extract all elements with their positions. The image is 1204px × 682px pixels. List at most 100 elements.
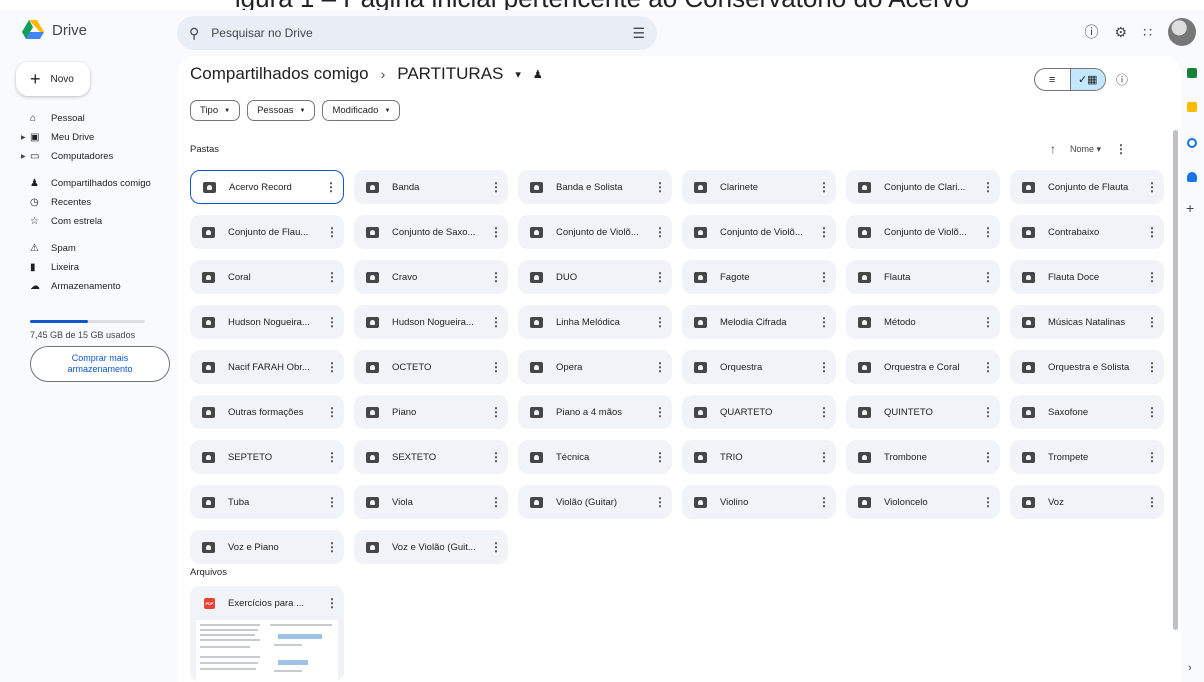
- more-vert-icon[interactable]: ⋮: [490, 361, 502, 373]
- more-vert-icon[interactable]: ⋮: [490, 226, 502, 238]
- folder-item[interactable]: Trompete ⋮: [1010, 440, 1164, 474]
- breadcrumb-parent[interactable]: Compartilhados comigo: [190, 64, 369, 84]
- folder-item[interactable]: Trombone ⋮: [846, 440, 1000, 474]
- folder-item[interactable]: Técnica ⋮: [518, 440, 672, 474]
- sheets-icon[interactable]: [1187, 68, 1197, 78]
- info-icon[interactable]: ⓘ: [1116, 71, 1128, 88]
- folder-item[interactable]: Nacif FARAH Obr... ⋮: [190, 350, 344, 384]
- more-vert-icon[interactable]: ⋮: [490, 451, 502, 463]
- more-vert-icon[interactable]: ⋮: [982, 226, 994, 238]
- sidebar-item-meu-drive[interactable]: ▶ ▣ Meu Drive: [0, 128, 178, 147]
- more-vert-icon[interactable]: ⋮: [654, 496, 666, 508]
- more-vert-icon[interactable]: ⋮: [818, 181, 830, 193]
- folder-item[interactable]: Flauta Doce ⋮: [1010, 260, 1164, 294]
- more-vert-icon[interactable]: ⋮: [654, 271, 666, 283]
- keep-icon[interactable]: [1187, 102, 1197, 112]
- expand-panel-icon[interactable]: ›: [1188, 662, 1192, 674]
- search-icon[interactable]: ⚲: [189, 25, 199, 42]
- contacts-icon[interactable]: [1187, 172, 1197, 182]
- folder-item[interactable]: Melodia Cifrada ⋮: [682, 305, 836, 339]
- folder-item[interactable]: Tuba ⋮: [190, 485, 344, 519]
- gear-icon[interactable]: ⚙: [1115, 24, 1128, 41]
- folder-item[interactable]: Conjunto de Flauta ⋮: [1010, 170, 1164, 204]
- more-vert-icon[interactable]: ⋮: [1146, 316, 1158, 328]
- sidebar-item-recentes[interactable]: ◷ Recentes: [0, 193, 178, 212]
- new-button[interactable]: + Novo: [16, 62, 90, 96]
- tasks-icon[interactable]: [1187, 138, 1197, 148]
- buy-storage-button[interactable]: Comprar mais armazenamento: [30, 346, 170, 382]
- folder-item[interactable]: Fagote ⋮: [682, 260, 836, 294]
- more-vert-icon[interactable]: ⋮: [326, 271, 338, 283]
- more-vert-icon[interactable]: ⋮: [490, 496, 502, 508]
- search-bar[interactable]: ⚲ Pesquisar no Drive ☰: [177, 16, 657, 50]
- folder-item[interactable]: Conjunto de Saxo... ⋮: [354, 215, 508, 249]
- folder-item[interactable]: Linha Melódica ⋮: [518, 305, 672, 339]
- folder-item[interactable]: Clarinete ⋮: [682, 170, 836, 204]
- more-vert-icon[interactable]: ⋮: [818, 361, 830, 373]
- more-vert-icon[interactable]: ⋮: [654, 316, 666, 328]
- apps-grid-icon[interactable]: ∷: [1143, 24, 1152, 41]
- folder-item[interactable]: Viola ⋮: [354, 485, 508, 519]
- help-icon[interactable]: ⓘ: [1085, 22, 1099, 42]
- folder-item[interactable]: Voz ⋮: [1010, 485, 1164, 519]
- more-vert-icon[interactable]: ⋮: [818, 271, 830, 283]
- chevron-down-icon[interactable]: ▾: [515, 68, 521, 81]
- sidebar-item-estrela[interactable]: ☆ Com estrela: [0, 212, 178, 231]
- more-vert-icon[interactable]: ⋮: [326, 451, 338, 463]
- breadcrumb-current[interactable]: PARTITURAS: [397, 64, 503, 84]
- scrollbar[interactable]: [1173, 130, 1178, 630]
- expand-icon[interactable]: ▶: [21, 153, 26, 160]
- search-options-icon[interactable]: ☰: [632, 25, 645, 42]
- more-vert-icon[interactable]: ⋮: [490, 181, 502, 193]
- folder-item[interactable]: Orquestra ⋮: [682, 350, 836, 384]
- file-card[interactable]: PDF Exercícios para ... ⋮: [190, 586, 344, 682]
- folder-item[interactable]: Piano a 4 mãos ⋮: [518, 395, 672, 429]
- more-vert-icon[interactable]: ⋮: [982, 316, 994, 328]
- filter-pessoas[interactable]: Pessoas ▼: [247, 100, 316, 121]
- more-vert-icon[interactable]: ⋮: [818, 316, 830, 328]
- expand-icon[interactable]: ▶: [21, 134, 26, 141]
- more-vert-icon[interactable]: ⋮: [326, 361, 338, 373]
- folder-item[interactable]: Voz e Piano ⋮: [190, 530, 344, 564]
- folder-item[interactable]: Voz e Violão (Guit... ⋮: [354, 530, 508, 564]
- folder-item[interactable]: Saxofone ⋮: [1010, 395, 1164, 429]
- more-vert-icon[interactable]: ⋮: [1146, 406, 1158, 418]
- folder-item[interactable]: Conjunto de Violõ... ⋮: [682, 215, 836, 249]
- add-addon-icon[interactable]: +: [1186, 200, 1194, 216]
- folder-item[interactable]: Violão (Guitar) ⋮: [518, 485, 672, 519]
- more-vert-icon[interactable]: ⋮: [325, 181, 337, 193]
- sort-by-name[interactable]: Nome ▾: [1070, 144, 1101, 155]
- folder-item[interactable]: Conjunto de Violõ... ⋮: [518, 215, 672, 249]
- more-vert-icon[interactable]: ⋮: [1146, 181, 1158, 193]
- filter-modificado[interactable]: Modificado ▼: [322, 100, 401, 121]
- folder-item[interactable]: Violoncelo ⋮: [846, 485, 1000, 519]
- folder-item[interactable]: Acervo Record ⋮: [190, 170, 344, 204]
- more-vert-icon[interactable]: ⋮: [982, 406, 994, 418]
- more-vert-icon[interactable]: ⋮: [818, 406, 830, 418]
- folder-item[interactable]: TRIO ⋮: [682, 440, 836, 474]
- arrow-up-icon[interactable]: ↑: [1050, 142, 1056, 156]
- more-vert-icon[interactable]: ⋮: [982, 496, 994, 508]
- grid-view-button[interactable]: ✓▦: [1069, 69, 1105, 90]
- more-vert-icon[interactable]: ⋮: [654, 451, 666, 463]
- folder-item[interactable]: Contrabaixo ⋮: [1010, 215, 1164, 249]
- folder-item[interactable]: Outras formações ⋮: [190, 395, 344, 429]
- drive-logo[interactable]: Drive: [22, 20, 87, 40]
- folder-item[interactable]: Orquestra e Coral ⋮: [846, 350, 1000, 384]
- sidebar-item-spam[interactable]: ⚠ Spam: [0, 239, 178, 258]
- more-vert-icon[interactable]: ⋮: [326, 541, 338, 553]
- sidebar-item-pessoal[interactable]: ⌂ Pessoal: [0, 109, 178, 128]
- folder-item[interactable]: Conjunto de Violõ... ⋮: [846, 215, 1000, 249]
- folder-item[interactable]: Hudson Nogueira... ⋮: [354, 305, 508, 339]
- more-vert-icon[interactable]: ⋮: [654, 406, 666, 418]
- more-vert-icon[interactable]: ⋮: [1146, 496, 1158, 508]
- more-vert-icon[interactable]: ⋮: [326, 496, 338, 508]
- more-vert-icon[interactable]: ⋮: [1146, 451, 1158, 463]
- folder-item[interactable]: SEXTETO ⋮: [354, 440, 508, 474]
- sidebar-item-compartilhados[interactable]: ♟ Compartilhados comigo: [0, 174, 178, 193]
- more-vert-icon[interactable]: ⋮: [1115, 143, 1127, 155]
- folder-item[interactable]: OCTETO ⋮: [354, 350, 508, 384]
- more-vert-icon[interactable]: ⋮: [982, 361, 994, 373]
- filter-tipo[interactable]: Tipo ▼: [190, 100, 241, 121]
- more-vert-icon[interactable]: ⋮: [490, 541, 502, 553]
